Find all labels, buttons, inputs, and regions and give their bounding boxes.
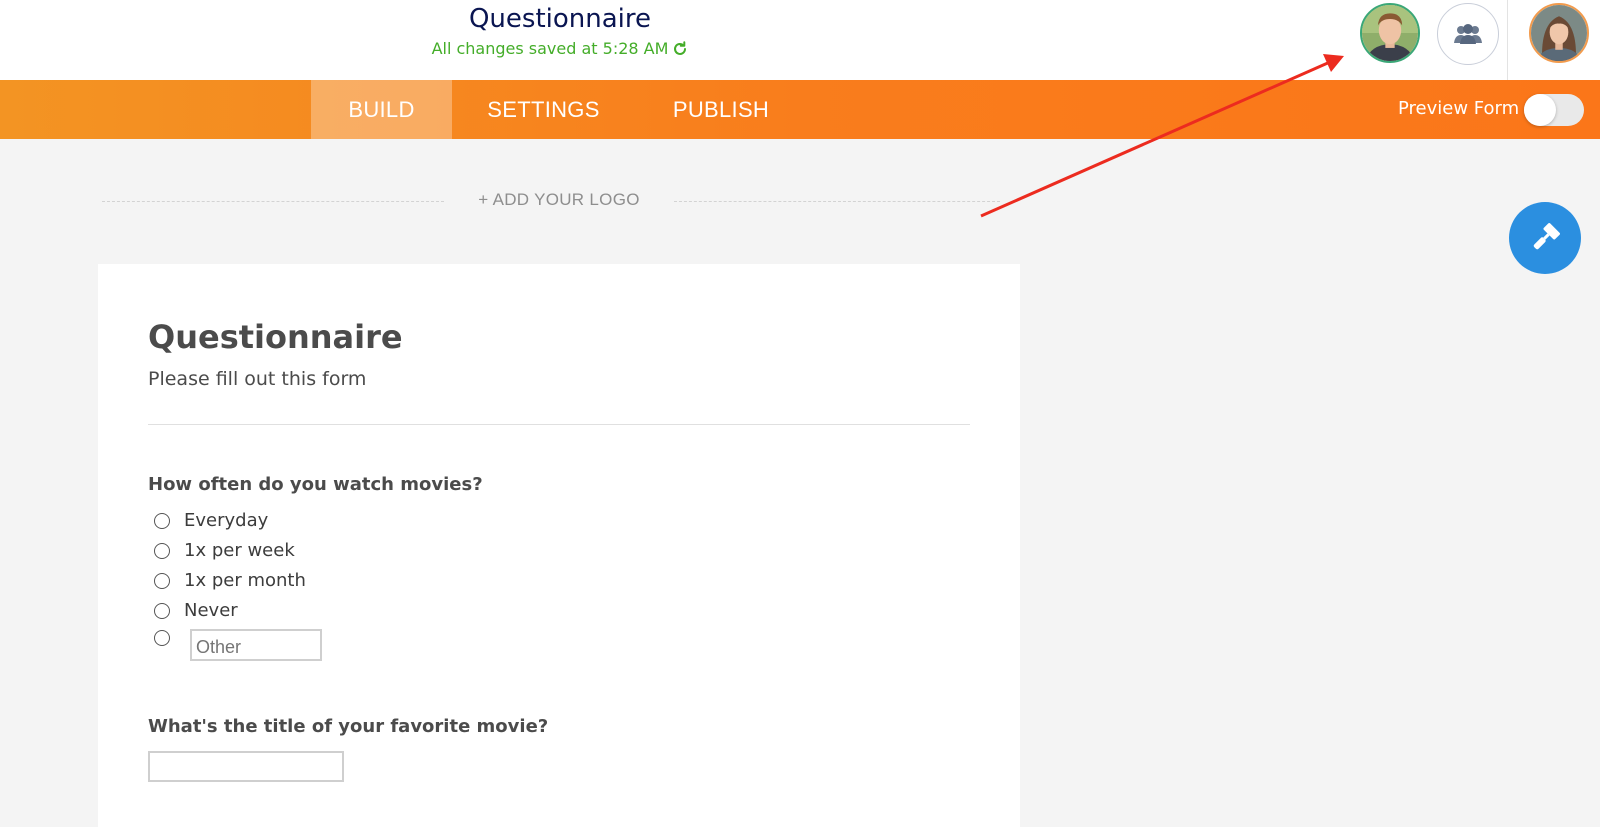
question-label[interactable]: How often do you watch movies? xyxy=(148,474,483,495)
avatar-image xyxy=(1531,5,1587,61)
radio-button[interactable] xyxy=(154,630,170,646)
form-subheading[interactable]: Please fill out this form xyxy=(148,368,366,390)
radio-option-label: 1x per month xyxy=(184,570,306,591)
question-label[interactable]: What's the title of your favorite movie? xyxy=(148,716,548,737)
form-designer-button[interactable] xyxy=(1509,202,1581,274)
collaborators-icon xyxy=(1454,24,1482,44)
save-status-text: All changes saved at 5:28 AM xyxy=(431,39,669,58)
radio-button[interactable] xyxy=(154,512,170,529)
tab-build[interactable]: BUILD xyxy=(311,80,452,139)
header-divider xyxy=(1507,0,1508,80)
account-avatar[interactable] xyxy=(1529,3,1589,63)
radio-option[interactable]: Everyday xyxy=(154,510,268,531)
collaborators-button[interactable] xyxy=(1437,3,1499,65)
tab-publish[interactable]: PUBLISH xyxy=(635,80,807,139)
top-header: Questionnaire All changes saved at 5:28 … xyxy=(0,0,1600,80)
form-name-title[interactable]: Questionnaire xyxy=(330,4,790,34)
form-card: Questionnaire Please fill out this form … xyxy=(98,264,1020,827)
paint-roller-icon xyxy=(1533,223,1560,250)
refresh-icon[interactable] xyxy=(672,40,688,57)
favorite-movie-input[interactable] xyxy=(148,751,344,782)
radio-option[interactable]: 1x per week xyxy=(154,540,295,561)
tab-settings[interactable]: SETTINGS xyxy=(452,80,635,139)
preview-form-label: Preview Form xyxy=(1398,98,1520,119)
main-nav: BUILD SETTINGS PUBLISH Preview Form xyxy=(0,80,1600,139)
avatar-image xyxy=(1362,5,1418,61)
form-heading[interactable]: Questionnaire xyxy=(148,318,403,356)
title-block: Questionnaire All changes saved at 5:28 … xyxy=(330,4,790,59)
add-logo-button[interactable]: + ADD YOUR LOGO xyxy=(460,190,658,210)
radio-option[interactable]: Never xyxy=(154,600,238,621)
toggle-knob xyxy=(1524,94,1556,126)
radio-button[interactable] xyxy=(154,542,170,559)
radio-option-label: Never xyxy=(184,600,238,621)
heading-divider xyxy=(148,424,970,425)
radio-button[interactable] xyxy=(154,572,170,589)
logo-divider-right xyxy=(674,201,1000,202)
radio-option-label: Everyday xyxy=(184,510,269,531)
radio-option-label: 1x per week xyxy=(184,540,295,561)
other-option-input[interactable] xyxy=(190,629,322,661)
user-avatar-male[interactable] xyxy=(1360,3,1420,63)
preview-form-toggle[interactable] xyxy=(1524,94,1584,126)
logo-divider-left xyxy=(102,201,444,202)
radio-button[interactable] xyxy=(154,602,170,619)
radio-option-other[interactable] xyxy=(154,630,184,646)
radio-option[interactable]: 1x per month xyxy=(154,570,306,591)
save-status: All changes saved at 5:28 AM xyxy=(432,39,689,58)
